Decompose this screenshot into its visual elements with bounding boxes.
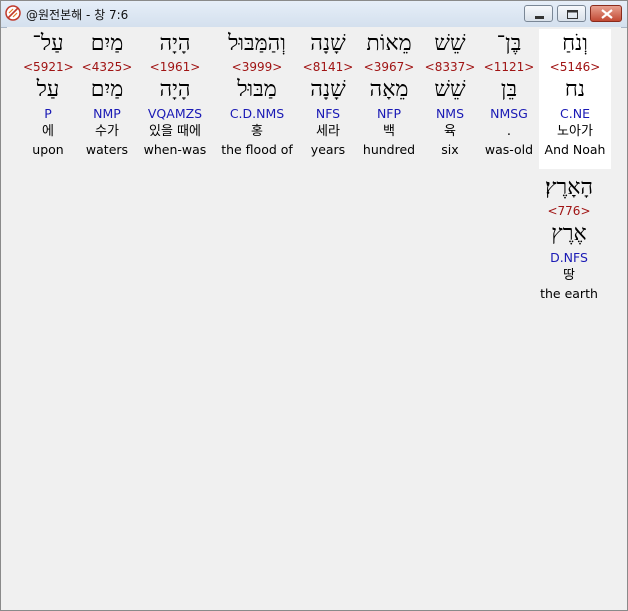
korean-gloss: 육 bbox=[444, 124, 456, 139]
strong-number[interactable]: <3967> bbox=[359, 59, 419, 75]
strong-number[interactable]: <8141> bbox=[299, 59, 357, 75]
word-column[interactable]: הָאָרֶץ׃ <776> אֶרֶץ D.NFS 땅 the earth bbox=[533, 173, 605, 313]
word-column[interactable]: בֶּן־ <1121> בֵּן NMSG . was-old bbox=[481, 29, 537, 169]
hebrew-word: עַל־ bbox=[32, 31, 64, 56]
word-column[interactable]: מַיִם <4325> מַיִם NMP 수가 waters bbox=[81, 29, 133, 169]
hebrew-word: מַיִם bbox=[90, 31, 124, 56]
morph-code[interactable]: P bbox=[23, 105, 73, 122]
hebrew-lemma: נח bbox=[564, 77, 586, 102]
english-gloss: when-was bbox=[143, 142, 207, 157]
maximize-icon bbox=[567, 10, 578, 19]
english-gloss: was-old bbox=[484, 142, 534, 157]
title-bar[interactable]: @원전본해 - 창 7:6 bbox=[1, 1, 627, 28]
korean-gloss: 홍 bbox=[251, 124, 263, 139]
strong-number[interactable]: <1961> bbox=[139, 59, 211, 75]
korean-gloss: 백 bbox=[383, 124, 395, 139]
korean-gloss: 세라 bbox=[316, 124, 340, 139]
hebrew-word: וְנֹחַ bbox=[562, 31, 588, 56]
morph-code[interactable]: NMSG bbox=[481, 105, 537, 122]
hebrew-lemma: מַיִם bbox=[90, 77, 124, 102]
morph-code[interactable]: C.NE bbox=[539, 105, 611, 122]
morph-code[interactable]: VQAMZS bbox=[139, 105, 211, 122]
morph-code[interactable]: C.D.NMS bbox=[217, 105, 297, 122]
korean-gloss: 땅 bbox=[563, 268, 575, 283]
hebrew-lemma: שָׁנָה bbox=[310, 77, 346, 102]
hebrew-word: הָאָרֶץ׃ bbox=[544, 175, 594, 200]
minimize-button[interactable] bbox=[524, 5, 553, 22]
hebrew-word: שֵׁשׁ bbox=[434, 31, 466, 56]
strong-number[interactable]: <5921> bbox=[23, 59, 74, 75]
morph-code[interactable]: D.NFS bbox=[533, 249, 605, 266]
korean-gloss: 노아가 bbox=[557, 124, 593, 139]
word-column[interactable]: עַל־ <5921> עַל P 에 upon bbox=[23, 29, 74, 169]
app-window: @원전본해 - 창 7:6 וְנֹחַ <5146> נח C.NE 노아가 … bbox=[0, 0, 628, 611]
hebrew-lemma: שֵׁשׁ bbox=[434, 77, 466, 102]
korean-gloss: . bbox=[506, 124, 512, 139]
app-logo-icon bbox=[5, 5, 21, 21]
word-column[interactable]: מֵאוֹת <3967> מֵאָה NFP 백 hundred bbox=[359, 29, 419, 169]
minimize-icon bbox=[535, 16, 544, 19]
hebrew-word: מֵאוֹת bbox=[366, 31, 412, 56]
hebrew-word: בֶּן־ bbox=[496, 31, 522, 56]
interlinear-view: וְנֹחַ <5146> נח C.NE 노아가 And Noah בֶּן־… bbox=[7, 27, 621, 610]
close-button[interactable] bbox=[590, 5, 622, 22]
english-gloss: the earth bbox=[540, 286, 598, 301]
hebrew-lemma: עַל bbox=[36, 77, 60, 102]
strong-number[interactable]: <3999> bbox=[217, 59, 297, 75]
word-column[interactable]: הָיָה <1961> הָיָה VQAMZS 있을 때에 when-was bbox=[139, 29, 211, 169]
close-icon bbox=[601, 9, 613, 19]
english-gloss: the flood of bbox=[221, 142, 293, 157]
word-column[interactable]: וְהַמַּבּוּל <3999> מַבּוּל C.D.NMS 홍 th… bbox=[217, 29, 297, 169]
strong-number[interactable]: <8337> bbox=[423, 59, 477, 75]
english-gloss: years bbox=[310, 142, 346, 157]
hebrew-lemma: מֵאָה bbox=[369, 77, 409, 102]
strong-number[interactable]: <776> bbox=[533, 203, 605, 219]
hebrew-lemma: אֶרֶץ bbox=[551, 221, 587, 246]
morph-code[interactable]: NFS bbox=[299, 105, 357, 122]
morph-code[interactable]: NFP bbox=[359, 105, 419, 122]
hebrew-lemma: בֵּן bbox=[500, 77, 518, 102]
strong-number[interactable]: <1121> bbox=[481, 59, 537, 75]
morph-code[interactable]: NMS bbox=[423, 105, 477, 122]
korean-gloss: 에 bbox=[42, 124, 54, 139]
morph-code[interactable]: NMP bbox=[81, 105, 133, 122]
strong-number[interactable]: <4325> bbox=[81, 59, 133, 75]
maximize-button[interactable] bbox=[557, 5, 586, 22]
word-column[interactable]: שֵׁשׁ <8337> שֵׁשׁ NMS 육 six bbox=[423, 29, 477, 169]
hebrew-word: וְהַמַּבּוּל bbox=[228, 31, 286, 56]
hebrew-lemma: מַבּוּל bbox=[237, 77, 277, 102]
english-gloss: hundred bbox=[362, 142, 416, 157]
hebrew-word: הָיָה bbox=[159, 31, 191, 56]
strong-number[interactable]: <5146> bbox=[539, 59, 611, 75]
english-gloss: upon bbox=[32, 142, 64, 157]
english-gloss: waters bbox=[85, 142, 129, 157]
window-title: @원전본해 - 창 7:6 bbox=[26, 8, 129, 22]
korean-gloss: 수가 bbox=[95, 124, 119, 139]
hebrew-word: שָׁנָה bbox=[310, 31, 346, 56]
english-gloss: And Noah bbox=[544, 142, 606, 157]
korean-gloss: 있을 때에 bbox=[149, 124, 201, 139]
word-column[interactable]: שָׁנָה <8141> שָׁנָה NFS 세라 years bbox=[299, 29, 357, 169]
word-column[interactable]: וְנֹחַ <5146> נח C.NE 노아가 And Noah bbox=[539, 29, 611, 169]
hebrew-lemma: הָיָה bbox=[159, 77, 191, 102]
english-gloss: six bbox=[441, 142, 459, 157]
